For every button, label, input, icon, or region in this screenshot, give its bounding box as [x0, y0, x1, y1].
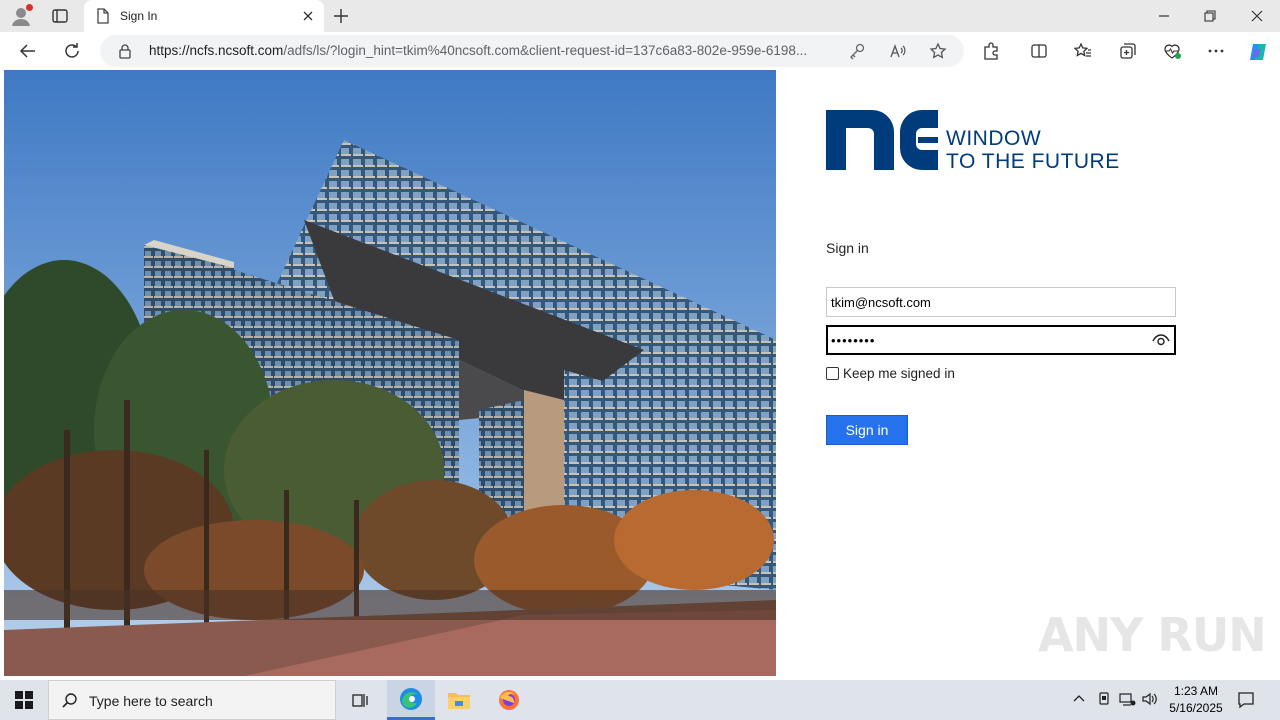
browser-toolbar: https://ncfs.ncsoft.com/adfs/ls/?login_h… [0, 32, 1280, 70]
tab-title: Sign In [120, 9, 158, 23]
page-content: WINDOW TO THE FUTURE Sign in Keep me sig… [4, 70, 1276, 676]
email-field[interactable] [826, 287, 1176, 317]
browser-essentials-icon[interactable] [1162, 41, 1182, 61]
back-arrow-icon[interactable] [18, 41, 38, 61]
sign-in-heading: Sign in [826, 240, 869, 256]
more-options-icon[interactable] [1206, 41, 1226, 61]
collections-icon[interactable] [1118, 41, 1138, 61]
copilot-icon[interactable] [1247, 41, 1267, 61]
url-path: /adfs/ls/?login_hint=tkim%40ncsoft.com&c… [283, 43, 808, 58]
sign-in-panel: WINDOW TO THE FUTURE Sign in Keep me sig… [776, 70, 1276, 676]
notifications-icon[interactable] [1236, 690, 1256, 710]
key-icon[interactable] [848, 42, 866, 60]
lock-icon[interactable] [118, 43, 132, 59]
close-tab-icon[interactable] [300, 8, 316, 24]
volume-icon[interactable] [1141, 690, 1159, 708]
file-explorer-icon[interactable] [435, 680, 483, 720]
favorites-icon[interactable] [1073, 41, 1093, 61]
logo-tagline-line1: WINDOW [946, 127, 1042, 150]
password-field[interactable] [826, 325, 1176, 355]
url-host: https://ncfs.ncsoft.com [149, 43, 284, 58]
search-placeholder: Type here to search [89, 693, 213, 709]
search-icon [61, 692, 79, 710]
taskbar-search[interactable]: Type here to search [48, 680, 336, 720]
show-hidden-icons-chevron-icon[interactable] [1070, 690, 1088, 708]
sign-in-button[interactable]: Sign in [826, 415, 908, 445]
edge-browser-icon[interactable] [387, 680, 435, 720]
browser-title-bar: Sign In [0, 0, 1280, 32]
keep-signed-in[interactable]: Keep me signed in [826, 366, 955, 381]
clock-time: 1:23 AM [1173, 684, 1219, 698]
task-view-icon[interactable] [336, 680, 384, 720]
keep-signed-in-checkbox[interactable] [826, 367, 839, 380]
close-window-icon[interactable] [1247, 6, 1267, 26]
address-bar[interactable]: https://ncfs.ncsoft.com/adfs/ls/?login_h… [100, 35, 964, 67]
windows-start-icon[interactable] [0, 680, 48, 720]
profile-icon[interactable] [10, 4, 33, 27]
restore-icon[interactable] [1200, 6, 1220, 26]
page-icon [96, 8, 110, 24]
firefox-icon[interactable] [485, 680, 533, 720]
logo-tagline-line2: TO THE FUTURE [946, 150, 1120, 173]
ncsoft-logo: WINDOW TO THE FUTURE [826, 110, 1119, 179]
minimize-icon[interactable] [1154, 6, 1174, 26]
system-clock[interactable]: 1:23 AM 5/16/2025 [1164, 683, 1228, 717]
tab-sign-in[interactable]: Sign In [84, 0, 324, 32]
refresh-icon[interactable] [62, 41, 82, 61]
read-aloud-icon[interactable] [889, 42, 907, 60]
notification-dot [26, 4, 33, 11]
favorite-star-icon[interactable] [929, 42, 947, 60]
url-text[interactable]: https://ncfs.ncsoft.com/adfs/ls/?login_h… [149, 43, 807, 58]
usb-device-icon[interactable] [1095, 690, 1113, 708]
extensions-icon[interactable] [981, 41, 1001, 61]
network-icon[interactable] [1118, 690, 1136, 708]
windows-taskbar: Type here to search 1:23 AM 5/16/2025 [0, 680, 1280, 720]
tab-actions-icon[interactable] [50, 6, 70, 26]
reveal-password-eye-icon[interactable] [1152, 332, 1170, 348]
keep-signed-in-label[interactable]: Keep me signed in [843, 366, 955, 381]
anyrun-watermark: ANY RUN [1038, 608, 1267, 662]
building-photo [4, 70, 776, 676]
clock-date: 5/16/2025 [1169, 701, 1223, 715]
new-tab-icon[interactable] [331, 6, 351, 26]
split-screen-icon[interactable] [1029, 41, 1049, 61]
